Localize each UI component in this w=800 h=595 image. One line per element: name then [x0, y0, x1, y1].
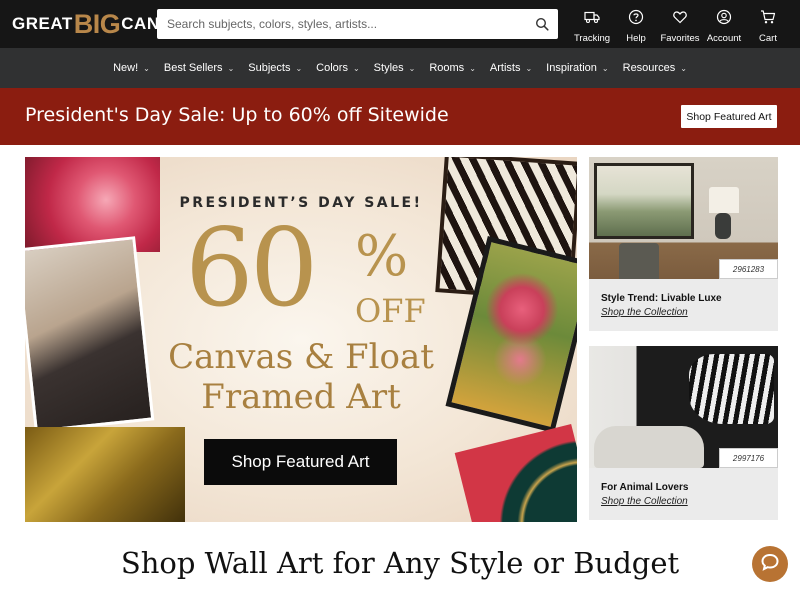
account-label: Account — [706, 33, 742, 44]
cart-icon — [760, 9, 776, 30]
living-room-image: 2961283 — [589, 157, 778, 279]
chevron-down-icon: ⌄ — [143, 63, 150, 73]
chat-bubble-icon — [760, 552, 780, 577]
chevron-down-icon: ⌄ — [601, 63, 609, 73]
sale-banner-text: President's Day Sale: Up to 60% off Site… — [25, 104, 449, 126]
hero-discount-number: 60 — [185, 206, 318, 331]
hero-subtitle-line2: Framed Art — [201, 377, 401, 417]
table-lamp — [709, 187, 739, 213]
collection-card-animal-lovers[interactable]: 2997176 For Animal Lovers Shop the Colle… — [589, 346, 778, 520]
shop-featured-art-banner-button[interactable]: Shop Featured Art — [681, 105, 777, 128]
search-input[interactable] — [157, 9, 526, 39]
nav-label: Subjects — [248, 62, 291, 74]
truck-icon — [584, 9, 600, 30]
search-icon[interactable] — [526, 9, 558, 39]
favorites-link[interactable]: Favorites — [656, 9, 704, 44]
hero-promo[interactable]: PRESIDENT’S DAY SALE! 60 % OFF Canvas & … — [25, 157, 577, 522]
chevron-down-icon: ⌄ — [352, 63, 360, 73]
logo-word-big: BIG — [73, 8, 121, 39]
nav-label: Artists — [489, 62, 521, 74]
chevron-down-icon: ⌄ — [525, 63, 533, 73]
nav-label: New! — [113, 62, 139, 74]
sofa — [594, 426, 704, 468]
hero-off-text: OFF — [355, 292, 426, 330]
zebra-photo — [689, 354, 774, 424]
account-link[interactable]: Account — [700, 9, 748, 44]
nav-item-colors[interactable]: Colors ⌄ — [316, 62, 360, 74]
chat-button[interactable] — [752, 546, 788, 582]
chevron-down-icon: ⌄ — [680, 63, 687, 73]
shop-featured-art-hero-button[interactable]: Shop Featured Art — [204, 439, 397, 485]
nav-label: Best Sellers — [163, 62, 223, 74]
chevron-down-icon: ⌄ — [227, 63, 235, 73]
lamp-base — [715, 213, 731, 239]
nav-item-inspiration[interactable]: Inspiration ⌄ — [546, 62, 608, 74]
chevron-down-icon: ⌄ — [295, 63, 303, 73]
nav-label: Resources — [622, 62, 676, 74]
zebra-room-image: 2997176 — [589, 346, 778, 468]
landscape-painting — [594, 163, 694, 239]
nav-label: Styles — [373, 62, 404, 74]
favorites-label: Favorites — [660, 33, 700, 44]
nav-label: Colors — [316, 62, 348, 74]
nav-label: Inspiration — [546, 62, 597, 74]
gold-klimt-artwork — [25, 427, 185, 522]
card-title: For Animal Lovers — [601, 482, 689, 493]
abstract-arc-artwork — [454, 423, 577, 522]
shop-collection-link[interactable]: Shop the Collection — [601, 307, 688, 318]
nav-item-styles[interactable]: Styles ⌄ — [374, 62, 416, 74]
search-bar — [157, 9, 558, 39]
tracking-label: Tracking — [573, 33, 611, 44]
sale-banner: President's Day Sale: Up to 60% off Site… — [0, 88, 800, 145]
nav-item-artists[interactable]: Artists ⌄ — [490, 62, 532, 74]
nav-item-resources[interactable]: Resources ⌄ — [623, 62, 687, 74]
help-link[interactable]: Help — [612, 9, 660, 44]
site-header: GREAT BIG CANVAS . Tracking Help Favorit… — [0, 0, 800, 48]
chevron-down-icon: ⌄ — [469, 63, 476, 73]
user-icon — [716, 9, 732, 30]
nav-item-rooms[interactable]: Rooms ⌄ — [429, 62, 476, 74]
question-icon — [628, 9, 644, 30]
card-title: Style Trend: Livable Luxe — [601, 293, 722, 304]
heart-icon — [672, 9, 688, 30]
nav-label: Rooms — [429, 62, 465, 74]
main-nav: New! ⌄ Best Sellers ⌄ Subjects ⌄ Colors ⌄ St… — [0, 48, 800, 88]
collection-card-livable-luxe[interactable]: 2961283 Style Trend: Livable Luxe Shop t… — [589, 157, 778, 331]
help-label: Help — [626, 33, 646, 44]
hero-percent-sign: % — [355, 224, 409, 289]
nav-item-best-sellers[interactable]: Best Sellers ⌄ — [164, 62, 234, 74]
art-id-badge: 2997176 — [719, 448, 778, 468]
cart-link[interactable]: Cart — [744, 9, 792, 44]
chevron-down-icon: ⌄ — [408, 63, 416, 73]
nav-item-subjects[interactable]: Subjects ⌄ — [248, 62, 302, 74]
chair — [619, 243, 659, 279]
nav-item-new[interactable]: New! ⌄ — [113, 62, 150, 74]
logo-word-great: GREAT — [12, 14, 73, 33]
hero-subtitle-line1: Canvas & Float — [168, 337, 434, 377]
section-heading: Shop Wall Art for Any Style or Budget — [120, 546, 680, 580]
tracking-link[interactable]: Tracking — [568, 9, 616, 44]
shop-collection-link[interactable]: Shop the Collection — [601, 496, 688, 507]
cart-label: Cart — [759, 33, 777, 44]
art-id-badge: 2961283 — [719, 259, 778, 279]
